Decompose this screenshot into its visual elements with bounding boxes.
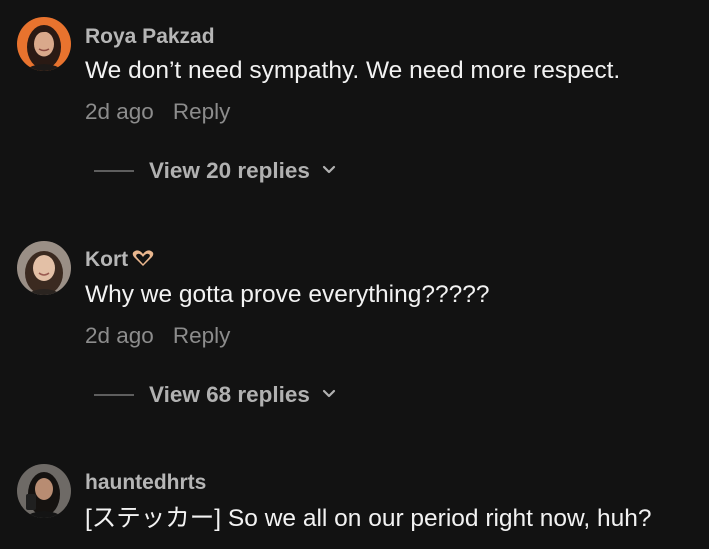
comment-meta: 2d ago Reply [85,99,230,125]
avatar-photo-icon [17,241,71,295]
avatar[interactable] [17,17,71,71]
view-replies-label: View 20 replies [149,158,310,183]
divider-line [94,170,134,172]
reply-button[interactable]: Reply [173,323,231,348]
comment-username[interactable]: hauntedhrts [85,471,206,495]
avatar-photo-icon [17,464,71,518]
comment-time: 2d ago [85,99,154,124]
avatar[interactable] [17,464,71,518]
comment-text: Why we gotta prove everything????? [85,281,490,308]
comment-meta: 2d ago Reply [85,323,230,349]
comment-text: [ステッカー] So we all on our period right no… [85,505,652,532]
comment-username[interactable]: Kort [85,248,156,274]
chevron-down-icon [322,162,336,180]
chevron-down-icon [322,386,336,404]
avatar[interactable] [17,241,71,295]
reply-button[interactable]: Reply [173,99,231,124]
comment-username[interactable]: Roya Pakzad [85,25,215,49]
divider-line [94,394,134,396]
comment-text: We don’t need sympathy. We need more res… [85,57,621,84]
comment-time: 2d ago [85,323,154,348]
avatar-photo-icon [17,17,71,71]
view-replies-label: View 68 replies [149,382,310,407]
view-replies-button[interactable]: View 68 replies [94,380,336,410]
heart-hands-icon [130,248,156,274]
view-replies-button[interactable]: View 20 replies [94,156,336,186]
username-text: Kort [85,248,129,271]
